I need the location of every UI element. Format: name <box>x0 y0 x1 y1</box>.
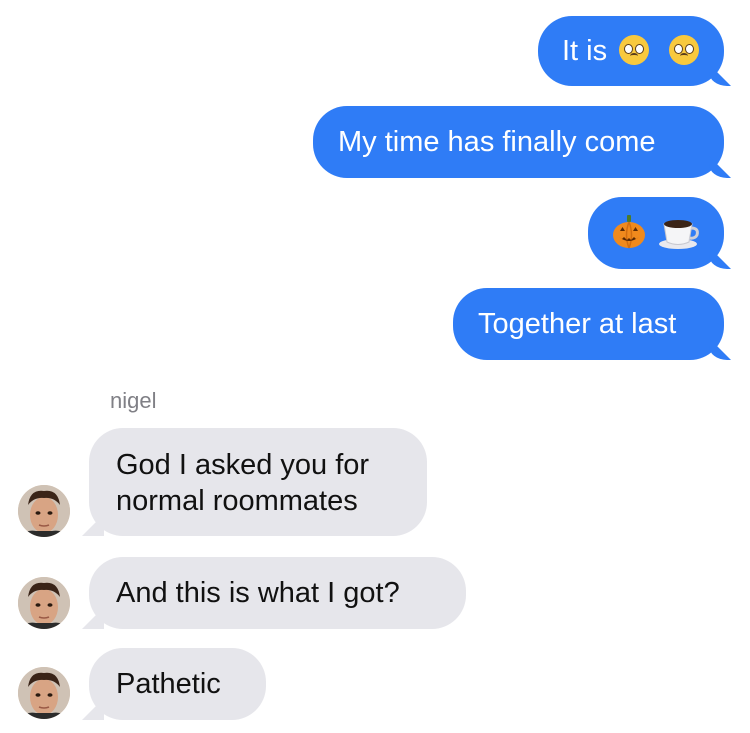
sent-message-bubble[interactable] <box>588 197 724 269</box>
avatar-photo <box>18 485 70 537</box>
message-text: And this is what I got? <box>116 577 400 609</box>
pleading-face-emoji <box>619 35 650 65</box>
avatar-photo <box>18 577 70 629</box>
message-text-line: normal roommates <box>116 485 358 517</box>
avatar[interactable] <box>18 577 70 629</box>
message-text: It is <box>562 35 608 67</box>
avatar[interactable] <box>18 667 70 719</box>
pleading-face-emoji <box>669 35 700 65</box>
message-text: Together at last <box>478 308 677 340</box>
sent-message-bubble[interactable]: My time has finally come <box>313 106 724 178</box>
received-message-bubble[interactable]: Pathetic <box>89 648 266 720</box>
received-message-bubble[interactable]: And this is what I got? <box>89 557 466 629</box>
avatar[interactable] <box>18 485 70 537</box>
jack-o-lantern-emoji <box>613 215 645 249</box>
message-text-line: God I asked you for <box>116 449 370 481</box>
received-message-bubble[interactable]: God I asked you for normal roommates <box>89 428 427 536</box>
message-text: My time has finally come <box>338 126 656 158</box>
sender-name-label: nigel <box>110 388 157 413</box>
sent-message-bubble[interactable]: Together at last <box>453 288 724 360</box>
message-text: Pathetic <box>116 668 221 700</box>
hot-beverage-emoji <box>659 220 699 249</box>
avatar-photo <box>18 667 70 719</box>
sent-message-bubble[interactable]: It is <box>538 16 724 86</box>
